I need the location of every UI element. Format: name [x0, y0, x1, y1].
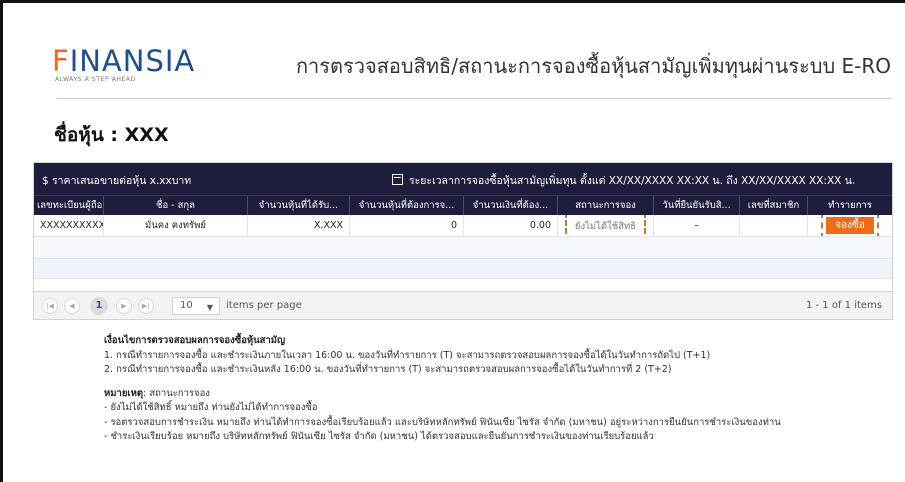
cell-status: ยังไม่ได้ใช้สิทธิ [558, 215, 654, 236]
first-page-icon[interactable]: |◀ [42, 298, 58, 314]
logo-text: INANSIA [69, 44, 196, 78]
calendar-icon [392, 174, 403, 185]
col-confirm-date[interactable]: วันที่ยืนยันรับสิ... [654, 196, 740, 215]
page-size-select[interactable]: 10 ▼ [172, 297, 220, 315]
remark-item: - ยังไม่ได้ใช้สิทธิ์ หมายถึง ท่านยังไม่ไ… [104, 402, 318, 413]
empty-row [34, 259, 892, 279]
subscription-period: ระยะเวลาการจองซื้อหุ้นสามัญเพิ่มทุน ตั้ง… [392, 172, 855, 189]
logo-letter: F [52, 44, 70, 78]
remark-suffix: : สถานะการจอง [143, 387, 210, 399]
finansia-logo: FINANSIA ALWAYS A STEP AHEAD [52, 46, 195, 83]
grid-header: เลขทะเบียนผู้ถือ... ชื่อ - สกุล จำนวนหุ้… [34, 195, 892, 215]
last-page-icon[interactable]: ▶| [138, 298, 154, 314]
status-badge: ยังไม่ได้ใช้สิทธิ [564, 215, 647, 236]
subscribe-button[interactable]: จองซื้อ [826, 217, 874, 234]
page-title: การตรวจสอบสิทธิ/สถานะการจองซื้อหุ้นสามัญ… [295, 54, 891, 78]
col-action[interactable]: ทำรายการ [808, 196, 892, 215]
remark-line: หมายเหตุ: สถานะการจอง [104, 387, 781, 402]
header-divider [57, 98, 891, 99]
conditions-heading: เงื่อนไขการตรวจสอบผลการจองซื้อหุ้นสามัญ [104, 335, 286, 346]
action-highlight: จองซื้อ [821, 215, 879, 236]
col-name[interactable]: ชื่อ - สกุล [104, 196, 248, 215]
dropdown-arrow-icon: ▼ [206, 303, 213, 312]
remark-item: - ชำระเงินเรียบร้อย หมายถึง บริษัทหลักทร… [104, 431, 654, 442]
stock-name-title: ชื่อหุ้น : XXX [54, 124, 169, 146]
page-header: FINANSIA ALWAYS A STEP AHEAD การตรวจสอบส… [28, 46, 895, 98]
condition-item: 1. กรณีทำรายการจองซื้อ และชำระเงินภายในเ… [104, 349, 711, 361]
next-page-icon[interactable]: ▶ [116, 298, 132, 314]
pager: |◀ ◀ 1 ▶ ▶| 10 ▼ items per page 1 - 1 of … [34, 291, 892, 319]
conditions-notes: เงื่อนไขการตรวจสอบผลการจองซื้อหุ้นสามัญ … [104, 334, 781, 445]
condition-item: 2. กรณีทำรายการจองซื้อ และชำระเงินหลัง 1… [104, 364, 672, 375]
prev-page-icon[interactable]: ◀ [64, 298, 80, 314]
col-allocated[interactable]: จำนวนหุ้นที่ได้รับ... [248, 196, 350, 215]
items-per-page-label: items per page [226, 300, 302, 311]
cell-requested: 0 [350, 215, 464, 236]
col-status[interactable]: สถานะการจอง [558, 196, 654, 215]
offer-price-text: $ ราคาเสนอขายต่อหุ้น x.xxบาท [42, 175, 192, 187]
col-holder-id[interactable]: เลขทะเบียนผู้ถือ... [34, 196, 104, 215]
cell-action: จองซื้อ [808, 215, 892, 236]
col-requested[interactable]: จำนวนหุ้นที่ต้องการจ... [350, 196, 464, 215]
subscription-period-text: ระยะเวลาการจองซื้อหุ้นสามัญเพิ่มทุน ตั้ง… [409, 175, 856, 187]
cell-name: มั่นคง คงทรัพย์ [104, 215, 248, 236]
page-size-value: 10 [180, 300, 193, 311]
table-row: XXXXXXXXXX มั่นคง คงทรัพย์ X,XXX 0 0.00 … [34, 215, 892, 237]
col-member-no[interactable]: เลขที่สมาชิก [740, 196, 808, 215]
remark-heading: หมายเหตุ [104, 387, 144, 399]
col-amount[interactable]: จำนวนเงินที่ต้อง... [464, 196, 558, 215]
current-page[interactable]: 1 [90, 297, 108, 315]
grid-banner: $ ราคาเสนอขายต่อหุ้น x.xxบาท ระยะเวลาการ… [34, 163, 892, 195]
cell-confirm-date: – [654, 215, 740, 236]
cell-holder-id: XXXXXXXXXX [34, 215, 104, 236]
cell-member-no [740, 215, 808, 236]
cell-amount: 0.00 [464, 215, 558, 236]
rights-grid: $ ราคาเสนอขายต่อหุ้น x.xxบาท ระยะเวลาการ… [33, 162, 893, 320]
pager-info: 1 - 1 of 1 items [805, 300, 882, 311]
remark-item: - รอตรวจสอบการชำระเงิน หมายถึง ท่านได้ทำ… [104, 416, 781, 428]
empty-row [34, 237, 892, 259]
cell-allocated: X,XXX [248, 215, 350, 236]
